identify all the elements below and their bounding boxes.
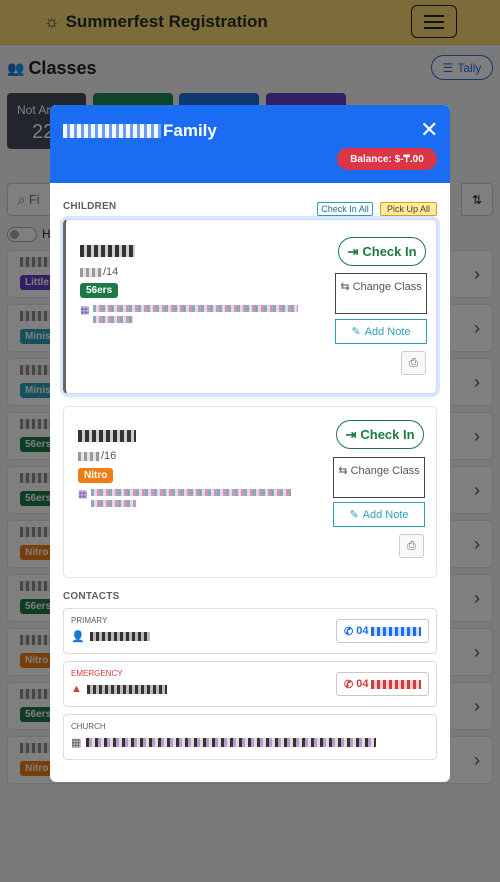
- print-button[interactable]: ⎙: [399, 534, 424, 558]
- modal-header: Family ✕ Balance: $-₸.00: [50, 105, 450, 183]
- add-note-button[interactable]: ✎ Add Note: [335, 319, 427, 344]
- contact-name: 👤: [71, 630, 150, 643]
- children-section-label: CHILDREN: [63, 201, 117, 212]
- phone-icon: ✆: [344, 678, 354, 691]
- contacts-section-label: CONTACTS: [63, 591, 120, 602]
- warning-icon: ▲: [71, 683, 82, 695]
- child-info: ▦: [80, 305, 305, 323]
- child-info: ▦: [78, 489, 303, 507]
- child-name: [80, 245, 135, 260]
- add-note-button[interactable]: ✎ Add Note: [333, 502, 425, 527]
- building-icon: ▦: [80, 305, 90, 316]
- user-icon: 👤: [71, 631, 85, 643]
- group-badge: 56ers: [80, 283, 119, 298]
- sign-in-icon: ⇥: [345, 426, 357, 442]
- contact-card-primary: PRIMARY 👤 ✆ 04: [63, 608, 437, 654]
- redacted-name: [63, 124, 161, 138]
- phone-button[interactable]: ✆ 04: [336, 672, 429, 696]
- contact-name: ▲: [71, 683, 167, 695]
- group-badge: Nitro: [78, 468, 114, 483]
- building-icon: ▦: [78, 489, 88, 500]
- contact-name: ▦: [71, 736, 377, 749]
- contact-type: PRIMARY: [71, 616, 108, 625]
- phone-icon: ✆: [344, 625, 354, 638]
- child-card[interactable]: /14 56ers ▦ ⇥ Check In ⇆ Change Class ✎ …: [63, 219, 437, 394]
- swap-icon: ⇆: [338, 465, 348, 477]
- contact-card-church: CHURCH ▦: [63, 714, 437, 760]
- contact-type: EMERGENCY: [71, 669, 123, 678]
- pick-up-all-button[interactable]: Pick Up All: [380, 202, 437, 216]
- swap-icon: ⇆: [340, 281, 350, 293]
- check-in-button[interactable]: ⇥ Check In: [338, 237, 426, 266]
- sign-in-icon: ⇥: [347, 243, 359, 259]
- edit-icon: ✎: [349, 509, 359, 521]
- family-name: Family: [63, 121, 217, 141]
- contact-type: CHURCH: [71, 722, 106, 731]
- contact-card-emergency: EMERGENCY ▲ ✆ 04: [63, 661, 437, 707]
- balance-badge: Balance: $-₸.00: [337, 148, 437, 170]
- child-age: /14: [80, 266, 118, 278]
- phone-button[interactable]: ✆ 04: [336, 619, 429, 643]
- building-icon: ▦: [71, 737, 82, 749]
- close-icon[interactable]: ✕: [420, 119, 438, 141]
- edit-icon: ✎: [351, 326, 361, 338]
- change-class-button[interactable]: ⇆ Change Class: [335, 273, 427, 314]
- child-name: [78, 430, 136, 445]
- child-age: /16: [78, 450, 116, 462]
- print-button[interactable]: ⎙: [401, 351, 426, 375]
- check-in-button[interactable]: ⇥ Check In: [336, 420, 424, 449]
- child-card[interactable]: /16 Nitro ▦ ⇥ Check In ⇆ Change Class ✎ …: [63, 406, 437, 578]
- family-modal: Family ✕ Balance: $-₸.00 CHILDREN Check …: [50, 105, 450, 782]
- change-class-button[interactable]: ⇆ Change Class: [333, 457, 425, 498]
- check-in-all-button[interactable]: Check In All: [317, 202, 373, 216]
